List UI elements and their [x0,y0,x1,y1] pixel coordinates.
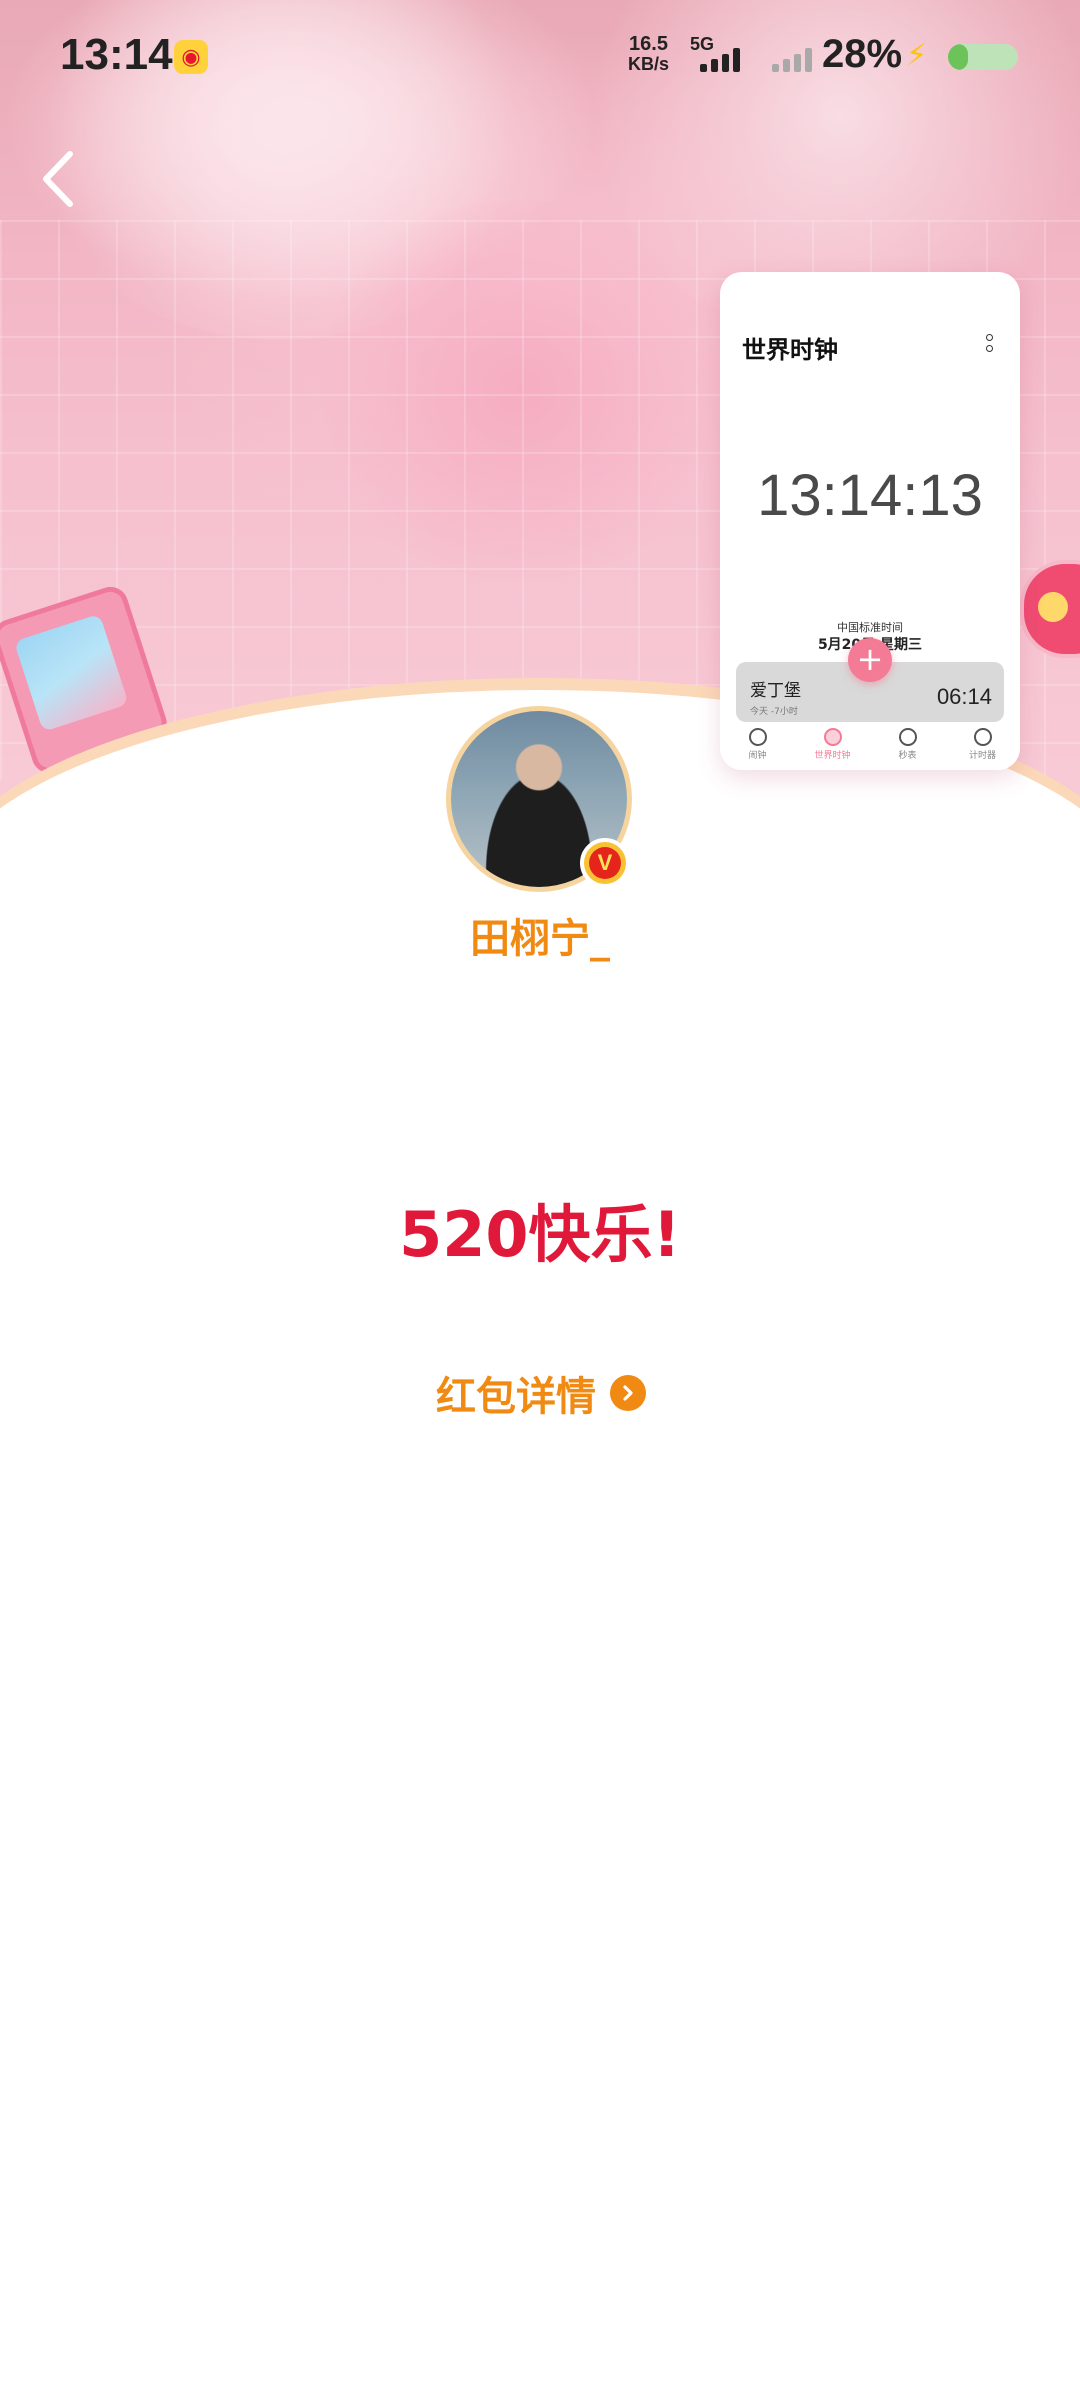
network-speed-value: 16.5 [629,33,668,55]
globe-icon [823,728,842,746]
world-clock-floating-window[interactable]: 世界时钟 13:14:13 中国标准时间 5月20日 星期三 爱丁堡 今天 -7… [720,272,1020,770]
weibo-notification-icon: ◉ [174,40,208,74]
verified-badge-icon: V [580,838,630,888]
status-time: 13:14 [60,30,173,79]
stopwatch-icon [898,728,917,746]
tab-world-clock[interactable]: 世界时钟 [795,722,870,770]
tab-timer[interactable]: 计时器 [945,722,1020,770]
back-arrow-icon [43,151,73,207]
pip-tab-bar: 闹钟 世界时钟 秒表 计时器 [720,722,1020,770]
signal-strength-secondary-icon [772,48,812,72]
timer-icon [973,728,992,746]
back-button[interactable] [36,146,86,212]
city-name: 爱丁堡 [750,681,801,701]
pip-zone-label: 中国标准时间 [837,621,903,634]
city-time: 06:14 [936,684,992,709]
add-city-button[interactable]: + [848,638,892,682]
more-options-icon[interactable] [986,334,994,356]
sender-username[interactable]: 田栩宁_ [0,906,1080,964]
status-bar: 13:14 ◉ 16.5 KB/s 5G 28% ⚡ [0,0,1080,110]
chevron-right-icon [610,1375,646,1411]
city-offset: 今天 -7小时 [750,707,798,717]
battery-icon [948,44,1018,70]
tab-stopwatch[interactable]: 秒表 [870,722,945,770]
details-link-label: 红包详情 [436,1374,596,1420]
network-speed-unit: KB/s [628,54,670,74]
red-packet-message: 520快乐! [399,1198,681,1271]
alarm-icon [748,728,767,746]
charging-icon: ⚡ [906,38,928,73]
pip-clock-time: 13:14:13 [757,463,983,528]
red-packet-details-link[interactable]: 红包详情 [436,1364,646,1422]
network-speed: 16.5 KB/s [628,34,669,74]
tab-alarm[interactable]: 闹钟 [720,722,795,770]
signal-strength-icon [700,48,740,72]
battery-percent: 28% [822,32,903,76]
pip-title: 世界时钟 [742,336,838,364]
